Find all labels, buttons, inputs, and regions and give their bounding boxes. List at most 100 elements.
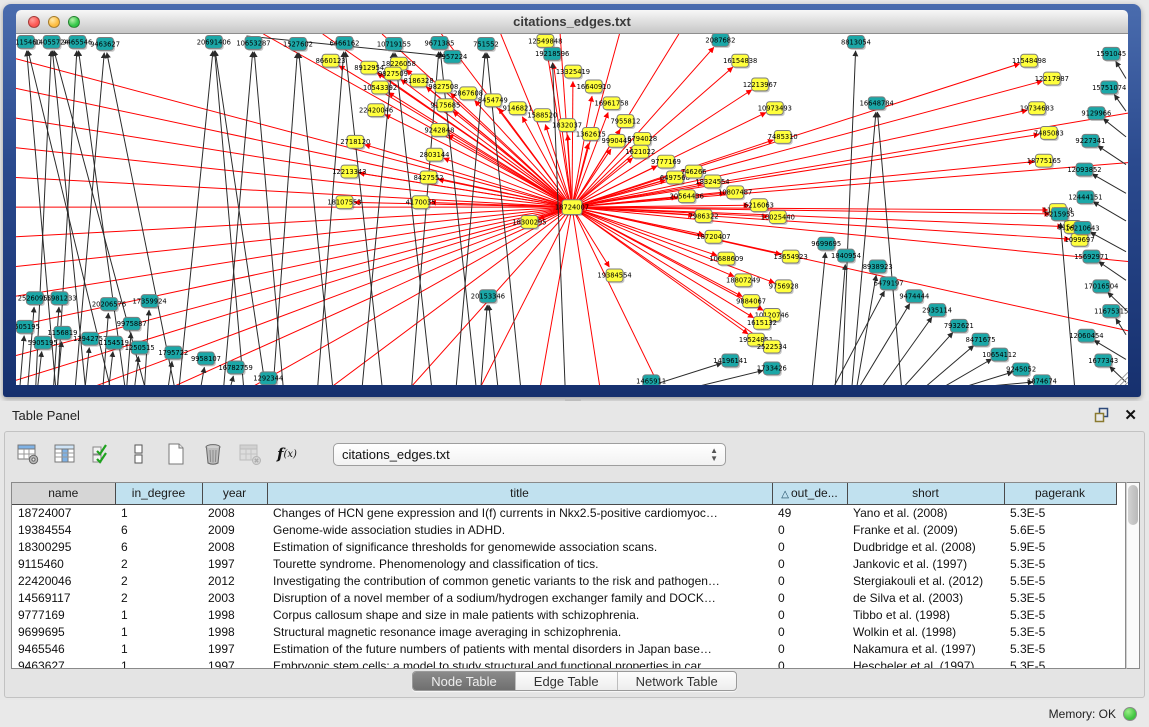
column-header-out_de[interactable]: △out_de...: [772, 483, 847, 504]
column-header-name[interactable]: name: [12, 483, 115, 504]
graph-node[interactable]: 6479197: [874, 277, 904, 291]
tab-node-table[interactable]: Node Table: [413, 672, 516, 690]
graph-node[interactable]: 1527602: [283, 37, 313, 51]
table-cell[interactable]: 0: [772, 555, 847, 572]
graph-node[interactable]: 16648784: [860, 97, 894, 111]
table-cell[interactable]: 2: [115, 589, 202, 606]
table-cell[interactable]: 5.3E-5: [1004, 555, 1116, 572]
network-canvas[interactable]: 1872400786601238912954182260589827509105…: [16, 34, 1128, 385]
graph-node[interactable]: 1874674: [1027, 375, 1057, 385]
network-graph[interactable]: 1872400786601238912954182260589827509105…: [16, 34, 1128, 385]
table-row[interactable]: 2242004622012Investigating the contribut…: [12, 572, 1116, 589]
column-header-title[interactable]: title: [267, 483, 772, 504]
tab-edge-table[interactable]: Edge Table: [516, 672, 618, 690]
graph-node[interactable]: 5905195: [28, 336, 58, 350]
table-cell[interactable]: 1997: [202, 555, 267, 572]
table-cell[interactable]: Jankovic et al. (1997): [847, 555, 1004, 572]
table-cell[interactable]: 9463627: [12, 657, 115, 669]
graph-node[interactable]: 8215955: [1045, 208, 1075, 222]
graph-node[interactable]: 18720407: [696, 230, 730, 244]
graph-node[interactable]: 10025440: [761, 211, 795, 225]
table-select-dropdown[interactable]: citations_edges.txt ▲▼: [333, 443, 726, 466]
column-header-short[interactable]: short: [847, 483, 1004, 504]
table-cell[interactable]: 1997: [202, 640, 267, 657]
table-cell[interactable]: Franke et al. (2009): [847, 521, 1004, 538]
table-cell[interactable]: 1: [115, 640, 202, 657]
graph-node[interactable]: 7485083: [1034, 126, 1064, 140]
table-cell[interactable]: 6: [115, 538, 202, 555]
graph-node[interactable]: 9227341: [1075, 134, 1105, 148]
table-cell[interactable]: 1998: [202, 623, 267, 640]
table-row[interactable]: 946554611997Estimation of the future num…: [12, 640, 1116, 657]
graph-node[interactable]: 18807249: [726, 274, 760, 288]
table-cell[interactable]: 2012: [202, 572, 267, 589]
graph-node[interactable]: 1840954: [831, 249, 861, 263]
table-cell[interactable]: 5.3E-5: [1004, 640, 1116, 657]
table-cell[interactable]: 2008: [202, 538, 267, 555]
graph-node[interactable]: 9463627: [90, 37, 120, 51]
graph-node[interactable]: 8660123: [316, 54, 346, 68]
graph-node[interactable]: 9474444: [899, 290, 929, 304]
graph-node[interactable]: 8505195: [16, 320, 40, 334]
table-cell[interactable]: Wolkin et al. (1998): [847, 623, 1004, 640]
table-cell[interactable]: 1: [115, 623, 202, 640]
table-cell[interactable]: 14569117: [12, 589, 115, 606]
table-cell[interactable]: 49: [772, 504, 847, 521]
graph-node[interactable]: 11675315: [1094, 305, 1128, 319]
graph-node[interactable]: 2935114: [922, 304, 952, 318]
table-cell[interactable]: Nakamura et al. (1997): [847, 640, 1004, 657]
memory-status-icon[interactable]: [1123, 707, 1137, 721]
table-cell[interactable]: Embryonic stem cells: a model to study s…: [267, 657, 772, 669]
table-cell[interactable]: 2009: [202, 521, 267, 538]
table-cell[interactable]: 2008: [202, 504, 267, 521]
table-cell[interactable]: 5.3E-5: [1004, 504, 1116, 521]
table-cell[interactable]: 1997: [202, 657, 267, 669]
table-cell[interactable]: 5.3E-5: [1004, 657, 1116, 669]
graph-node[interactable]: 4170035: [406, 196, 436, 210]
graph-node[interactable]: 8813054: [841, 35, 871, 49]
table-cell[interactable]: Estimation of the future numbers of pati…: [267, 640, 772, 657]
graph-node[interactable]: 8471675: [966, 333, 996, 347]
table-cell[interactable]: 6: [115, 521, 202, 538]
table-cell[interactable]: 0: [772, 657, 847, 669]
table-row[interactable]: 1938455462009Genome-wide association stu…: [12, 521, 1116, 538]
graph-node[interactable]: 15981233: [42, 292, 76, 306]
graph-node[interactable]: 18775165: [1027, 154, 1061, 168]
graph-node[interactable]: 9699695: [811, 237, 841, 251]
float-panel-icon[interactable]: [1094, 407, 1110, 423]
graph-node[interactable]: 2087682: [705, 34, 735, 48]
graph-node[interactable]: 2718120: [340, 135, 370, 149]
graph-node[interactable]: 19734683: [1020, 102, 1054, 116]
table-cell[interactable]: 5.3E-5: [1004, 606, 1116, 623]
graph-node[interactable]: 8938923: [863, 260, 893, 274]
table-cell[interactable]: 5.3E-5: [1004, 623, 1116, 640]
graph-node[interactable]: 16640910: [577, 80, 611, 94]
table-cell[interactable]: 5.5E-5: [1004, 572, 1116, 589]
table-cell[interactable]: Estimation of significance thresholds fo…: [267, 538, 772, 555]
table-cell[interactable]: de Silva et al. (2003): [847, 589, 1004, 606]
node-table[interactable]: namein_degreeyeartitle△out_de...shortpag…: [11, 482, 1126, 669]
graph-node[interactable]: 9671385: [424, 36, 454, 50]
table-cell[interactable]: Tourette syndrome. Phenomenology and cla…: [267, 555, 772, 572]
graph-node[interactable]: 6216063: [744, 199, 774, 213]
graph-node[interactable]: 16782759: [219, 361, 253, 375]
graph-node[interactable]: 20153346: [471, 290, 505, 304]
table-cell[interactable]: Investigating the contribution of common…: [267, 572, 772, 589]
table-cell[interactable]: Structural magnetic resonance image aver…: [267, 623, 772, 640]
graph-node[interactable]: 12213967: [743, 78, 777, 92]
table-cell[interactable]: Tibbo et al. (1998): [847, 606, 1004, 623]
graph-node[interactable]: 6466162: [329, 36, 359, 50]
graph-node[interactable]: 8427552: [414, 171, 444, 185]
graph-node[interactable]: 17359924: [132, 295, 166, 309]
close-window-button[interactable]: [28, 16, 40, 28]
table-cell[interactable]: 0: [772, 538, 847, 555]
table-cell[interactable]: 0: [772, 606, 847, 623]
select-columns-icon[interactable]: [89, 441, 115, 467]
graph-node[interactable]: 9756928: [769, 280, 799, 294]
table-cell[interactable]: 2003: [202, 589, 267, 606]
window-titlebar[interactable]: citations_edges.txt: [16, 10, 1128, 34]
graph-node[interactable]: 12217987: [1035, 72, 1069, 86]
trash-icon[interactable]: [200, 441, 226, 467]
create-table-icon[interactable]: [163, 441, 189, 467]
table-row[interactable]: 1830029562008Estimation of significance …: [12, 538, 1116, 555]
